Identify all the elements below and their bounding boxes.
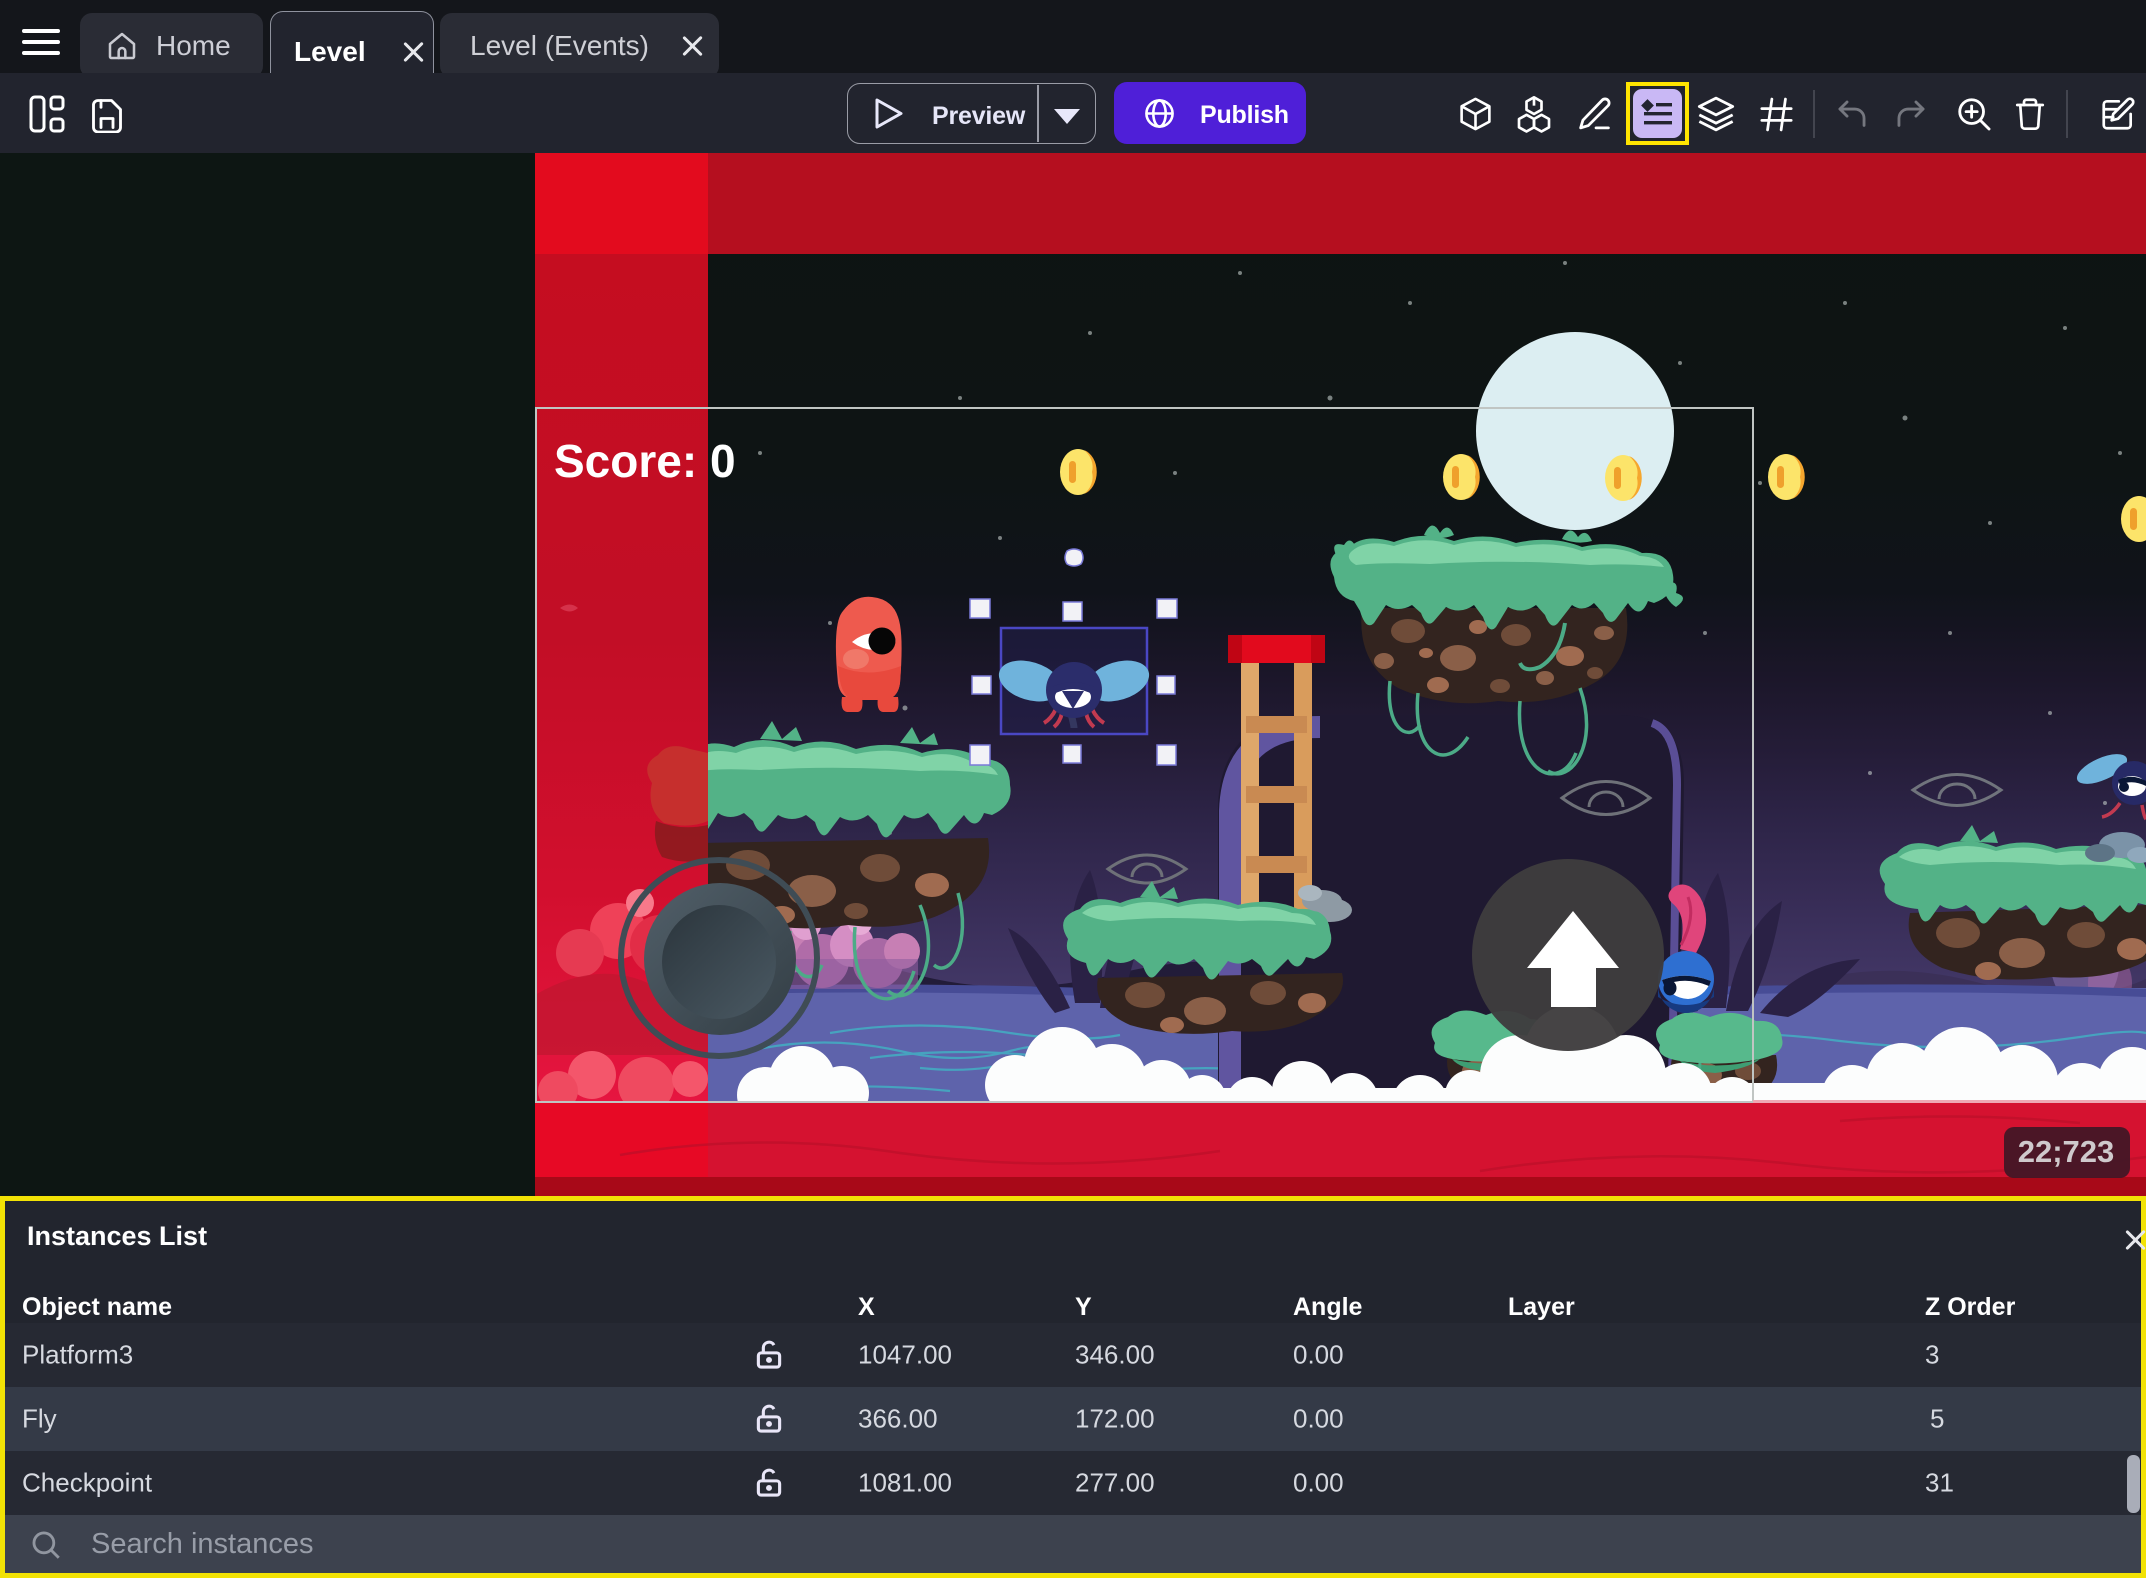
svg-text:22;723: 22;723 [2018,1134,2115,1169]
svg-text:Score: 0: Score: 0 [554,435,736,487]
